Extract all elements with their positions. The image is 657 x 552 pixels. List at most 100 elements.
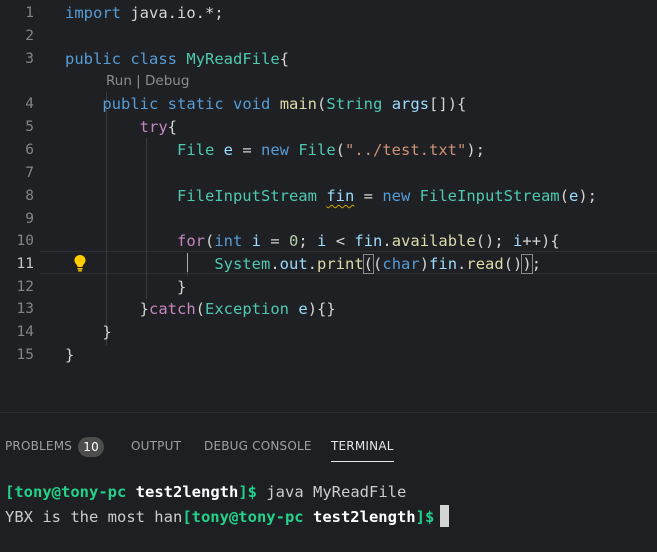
code-line[interactable]: 8 FileInputStream fin = new FileInputStr… xyxy=(0,185,657,208)
code-token: FileInputStream xyxy=(419,187,560,205)
code-token: ( xyxy=(195,300,206,318)
code-token: System xyxy=(214,255,271,273)
code-line[interactable]: 3 public class MyReadFile{ xyxy=(0,48,657,71)
code-token: } xyxy=(65,278,187,296)
code-token: File xyxy=(298,141,336,159)
code-token: fin xyxy=(326,187,355,205)
line-number: 14 xyxy=(16,324,34,340)
terminal-command: java MyReadFile xyxy=(257,483,407,501)
panel-tab-bar: PROBLEMS 10 OUTPUT DEBUG CONSOLE TERMINAL xyxy=(0,430,657,464)
code-line[interactable]: 9 xyxy=(0,208,657,231)
code-token: "../test.txt" xyxy=(345,141,467,159)
code-text: FileInputStream fin = new FileInputStrea… xyxy=(65,185,597,208)
code-token: import xyxy=(65,4,121,22)
line-number: 6 xyxy=(25,142,34,158)
code-line[interactable]: 13 }catch(Exception e){} xyxy=(0,298,657,321)
code-token: File xyxy=(176,141,215,159)
code-token: fin xyxy=(429,255,458,273)
code-text: File e = new File("../test.txt"); xyxy=(65,139,485,162)
code-token: ) xyxy=(521,254,533,274)
code-token: int xyxy=(214,232,243,250)
code-token: (); xyxy=(475,232,514,250)
terminal-output: YBX is the most han xyxy=(5,508,183,526)
code-token: } xyxy=(65,323,112,341)
code-editor[interactable]: Run | Debug 1 import java.io.*; 2 3 public c… xyxy=(0,0,657,412)
code-token: { xyxy=(167,118,177,136)
code-token: new xyxy=(382,187,411,205)
code-token: catch xyxy=(149,300,196,318)
tab-output[interactable]: OUTPUT xyxy=(131,430,181,462)
code-token: } xyxy=(65,300,149,318)
code-token: for xyxy=(176,232,205,250)
line-number: 11 xyxy=(16,256,34,272)
code-line[interactable]: 10 for(int i = 0; i < fin.available(); i… xyxy=(0,230,657,253)
code-text: import java.io.*; xyxy=(65,2,224,25)
code-line[interactable]: 14 } xyxy=(0,321,657,344)
line-number: 2 xyxy=(25,28,34,44)
code-token: FileInputStream xyxy=(176,187,317,205)
line-number: 12 xyxy=(16,279,34,295)
code-text: for(int i = 0; i < fin.available(); i++)… xyxy=(65,230,560,253)
lightbulb-icon[interactable] xyxy=(73,254,87,272)
code-text: public static void main(String args[]){ xyxy=(65,93,466,116)
code-line[interactable]: 12 } xyxy=(0,276,657,299)
code-token: out xyxy=(279,255,308,273)
prompt-end: ]$ xyxy=(238,483,257,501)
prompt-dir: test2length xyxy=(135,483,239,501)
run-debug-codelens[interactable]: Run | Debug xyxy=(106,71,189,92)
code-line[interactable]: 7 xyxy=(0,162,657,185)
code-line[interactable]: 6 File e = new File("../test.txt"); xyxy=(0,139,657,162)
code-token: = xyxy=(233,141,261,159)
code-token: print xyxy=(317,255,364,273)
terminal-cursor xyxy=(440,505,450,527)
terminal-line-1: [tony@tony-pc test2length]$ java MyReadF… xyxy=(5,480,406,504)
code-token: static xyxy=(167,95,224,113)
code-token: . xyxy=(270,255,280,273)
code-token: ) xyxy=(419,255,430,273)
code-token: ( xyxy=(317,95,327,113)
code-line[interactable]: 5 try{ xyxy=(0,116,657,139)
code-token: ( xyxy=(373,255,383,273)
code-token: () xyxy=(503,255,523,273)
code-token: fin xyxy=(354,232,383,250)
code-line[interactable]: 4 public static void main(String args[])… xyxy=(0,93,657,116)
terminal-area[interactable]: [tony@tony-pc test2length]$ java MyReadF… xyxy=(0,480,657,535)
code-line[interactable]: 11 System.out.print((char)fin.read()); xyxy=(0,253,657,276)
tab-debug-console[interactable]: DEBUG CONSOLE xyxy=(204,430,312,462)
code-token: e xyxy=(298,300,308,318)
code-token: MyReadFile xyxy=(186,50,280,68)
code-line[interactable]: 15} xyxy=(0,344,657,367)
text-cursor xyxy=(187,253,188,272)
code-token: ){} xyxy=(307,300,336,318)
code-token: ; xyxy=(298,232,318,250)
terminal-line-2: YBX is the most han[tony@tony-pc test2le… xyxy=(5,505,450,529)
tab-problems[interactable]: PROBLEMS 10 xyxy=(5,430,105,462)
code-token: ++){ xyxy=(522,232,560,250)
prompt-end: ]$ xyxy=(415,508,435,526)
code-token: . xyxy=(382,232,392,250)
code-token: java.io.*; xyxy=(121,4,224,22)
code-token: args xyxy=(391,95,430,113)
code-text: } xyxy=(65,344,74,367)
code-token: ( xyxy=(335,141,346,159)
code-token: i xyxy=(317,232,327,250)
code-line[interactable]: 2 xyxy=(0,25,657,48)
tab-terminal[interactable]: TERMINAL xyxy=(331,430,394,462)
code-token: ( xyxy=(204,232,215,250)
code-token: main xyxy=(279,95,318,113)
code-token: = xyxy=(261,232,290,250)
code-line[interactable]: 1 import java.io.*; xyxy=(0,2,657,25)
code-token: void xyxy=(233,95,271,113)
code-token: Exception xyxy=(205,300,290,318)
code-text: System.out.print((char)fin.read()); xyxy=(65,253,541,276)
